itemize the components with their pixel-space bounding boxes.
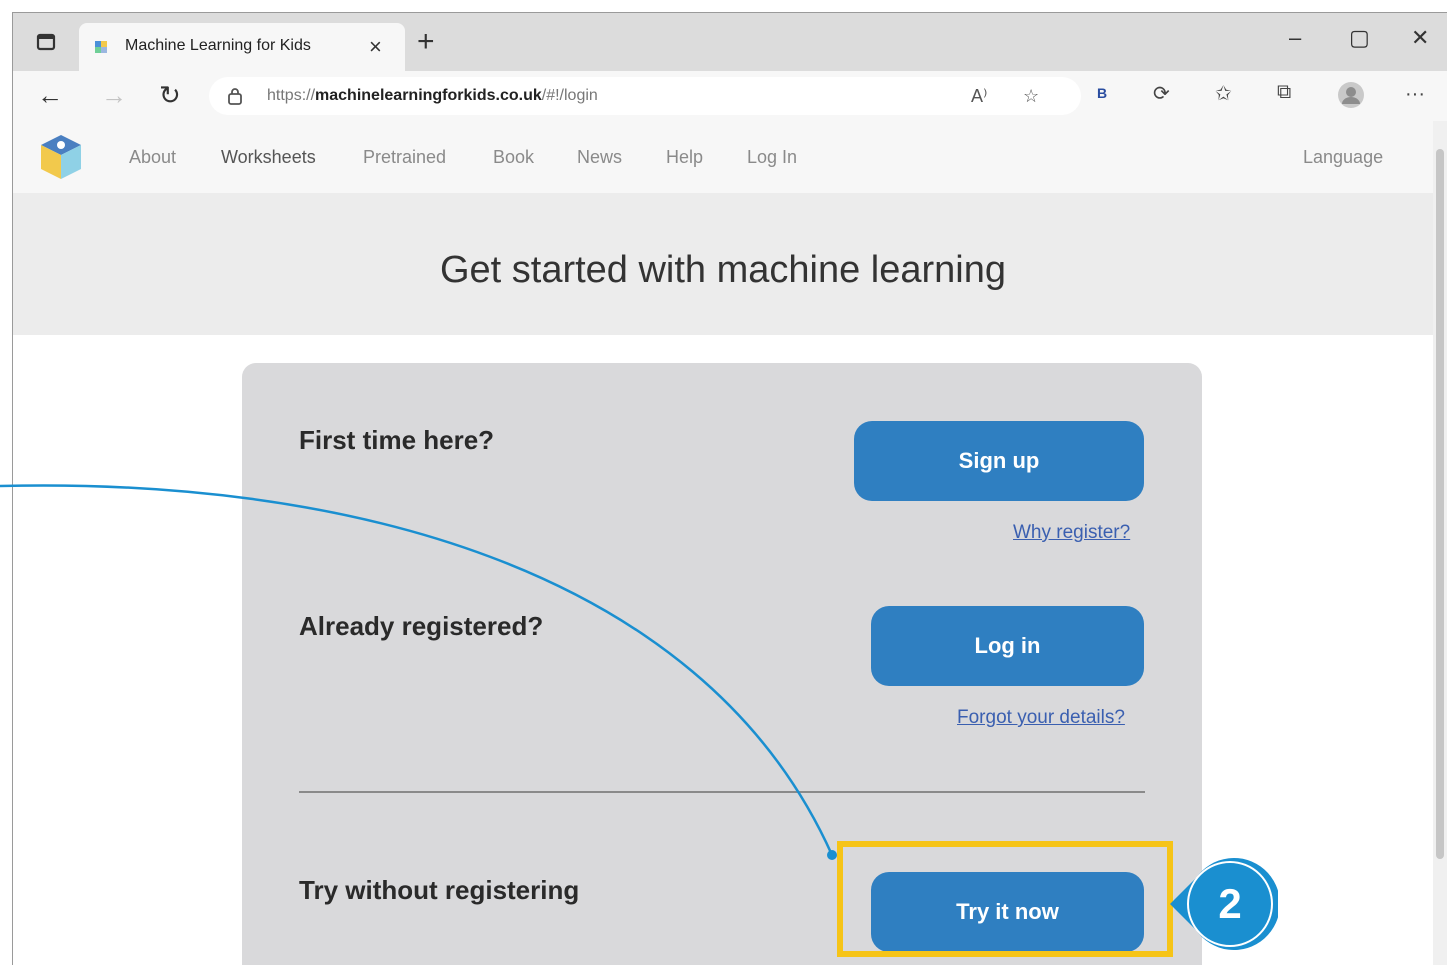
step-number: 2 [1218, 880, 1242, 927]
highlight-box [837, 841, 1173, 957]
leader-line [0, 484, 837, 860]
